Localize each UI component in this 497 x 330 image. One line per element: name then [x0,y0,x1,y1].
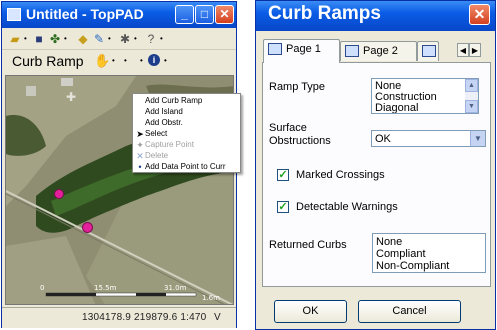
status-bar: 1304178.9 219879.6 1:470 V [2,307,236,328]
map-marker[interactable] [82,222,93,233]
curb-ramp-toolbar: Curb Ramp ✋ • • • i • [2,50,236,73]
menu-item-label: Select [145,129,168,138]
returned-curbs-label: Returned Curbs [269,239,347,251]
chevron-down-icon[interactable]: ▼ [470,131,485,146]
ramp-type-list[interactable]: None Construction Diagonal ▲ ▼ [371,78,479,114]
toppad-titlebar[interactable]: Untitled - TopPAD _ □ ✕ [2,2,236,28]
map-tools-dropdown-arrow[interactable]: • [108,32,111,46]
layers-icon[interactable]: ◆ [76,32,90,46]
close-button[interactable]: ✕ [215,5,234,24]
ok-button[interactable]: OK [274,300,347,323]
gps-icon[interactable]: ✤ [48,32,62,46]
zoom-dropdown-arrow[interactable]: • [124,54,127,68]
help-icon[interactable]: ? [144,32,158,46]
dialog-close-button[interactable]: ✕ [469,4,490,25]
save-icon[interactable]: ■ [32,32,46,46]
list-item[interactable]: Diagonal [375,103,418,114]
detectable-warnings-checkbox[interactable]: ✓ [277,201,289,213]
marked-crossings-label[interactable]: Marked Crossings [296,169,385,181]
window-title: Untitled - TopPAD [26,6,144,22]
ramp-type-scrollbar[interactable]: ▲ ▼ [465,79,478,113]
minimize-button[interactable]: _ [175,5,194,24]
info-dropdown-arrow[interactable]: • [164,54,167,68]
settings-icon[interactable]: ✱ [118,32,132,46]
info-icon[interactable]: i [148,54,160,66]
page-1-panel: Ramp Type None Construction Diagonal ▲ ▼… [262,62,491,287]
menu-item-label: Delete [145,151,169,160]
surface-value: OK [375,133,391,145]
main-toolbar: ▰ • ■ ✤ • ◆ ✎ • ✱ • ? • [2,29,236,50]
list-item[interactable]: Non-Compliant [376,261,449,272]
tab-page-1[interactable]: Page 1 [263,39,340,63]
app-icon [7,8,21,21]
curb-ramp-tool-menu: Add Curb Ramp Add Island Add Obstr. ➤ Select… [132,93,241,173]
toppad-window: Untitled - TopPAD _ □ ✕ ▰ • ■ ✤ • ◆ ✎ • … [1,1,241,328]
dialog-title: Curb Ramps [268,3,381,24]
menu-item-label: Add Island [145,107,183,116]
pan-dropdown-arrow[interactable]: • [112,54,115,68]
maximize-button[interactable]: □ [195,5,214,24]
tool-dropdown-arrow[interactable]: • [140,54,143,68]
surface-label-line1: Surface [269,122,307,134]
tab-label: Page 2 [363,45,398,57]
scale-label-2: 31.0m [164,284,187,292]
gps-dropdown-arrow[interactable]: • [64,32,67,46]
settings-dropdown-arrow[interactable]: • [134,32,137,46]
pan-hand-icon[interactable]: ✋ [94,54,110,68]
open-dropdown-arrow[interactable]: • [24,32,27,46]
scale-label-1: 15.5m [94,284,117,292]
layer-label[interactable]: Curb Ramp [12,53,84,69]
scroll-up-icon[interactable]: ▲ [465,79,478,92]
ramp-type-label: Ramp Type [269,81,326,93]
menu-item-label: Add Curb Ramp [145,96,203,105]
curb-ramps-dialog: Curb Ramps ✕ Page 1 Page 2 ◀ ▶ Ramp Type… [255,0,496,330]
page-icon [345,45,359,57]
surface-obstructions-select[interactable]: OK ▼ [371,130,486,147]
scale-label-3: 1.6m [202,294,220,302]
page-icon [268,43,282,55]
detectable-warnings-label[interactable]: Detectable Warnings [296,201,398,213]
dot-icon: • [138,162,142,172]
dialog-titlebar[interactable]: Curb Ramps ✕ [256,1,495,31]
tab-page-2[interactable]: Page 2 [340,41,417,61]
map-marker[interactable] [54,189,64,199]
tab-scroll-right-button[interactable]: ▶ [469,43,481,57]
tab-label: Page 1 [286,43,321,55]
scroll-down-icon[interactable]: ▼ [465,100,478,113]
map-tools-icon[interactable]: ✎ [92,32,106,46]
surface-label-line2: Obstructions [269,135,331,147]
menu-item-label: Add Data Point to Curr [145,162,226,171]
menu-item[interactable]: • Add Data Point to Curr [133,161,240,173]
coordinates-readout: 1304178.9 219879.6 1:470 [82,312,207,323]
svg-text:✚: ✚ [66,90,76,104]
marked-crossings-checkbox[interactable]: ✓ [277,169,289,181]
menu-item-label: Add Obstr. [145,118,183,127]
scale-label-0: 0 [40,284,44,292]
page-icon [422,45,436,57]
tab-scroll-left-button[interactable]: ◀ [457,43,469,57]
open-folder-icon[interactable]: ▰ [8,32,22,46]
tab-page-3[interactable] [417,41,439,61]
list-item[interactable]: Compliant [376,249,426,260]
menu-item-label: Capture Point [145,140,194,149]
list-item[interactable]: None [376,237,402,248]
returned-curbs-list[interactable]: None Compliant Non-Compliant [372,233,486,273]
cancel-button[interactable]: Cancel [358,300,461,323]
help-dropdown-arrow[interactable]: • [160,32,163,46]
status-v: V [214,312,221,323]
